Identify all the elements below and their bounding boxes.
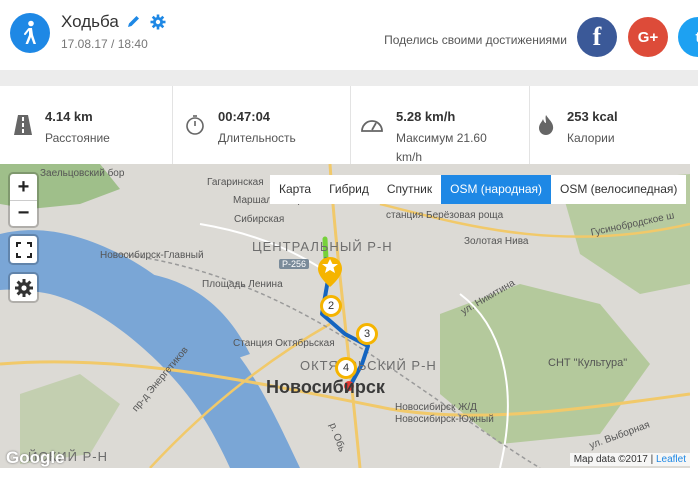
stat-calories-value: 253 kcal: [567, 109, 618, 124]
map-label-lenina: Площадь Ленина: [202, 279, 283, 290]
stat-speed-value: 5.28 km/h: [396, 109, 456, 124]
road-badge-r256: Р-256: [279, 259, 310, 269]
route-marker-3[interactable]: 3: [356, 323, 378, 345]
pencil-icon[interactable]: [126, 14, 141, 34]
gear-icon[interactable]: [150, 14, 166, 35]
facebook-share-button[interactable]: f: [577, 17, 617, 57]
leaflet-link[interactable]: Leaflet: [656, 454, 686, 465]
map-label-oktyabrskaya: Станция Октябрьская: [233, 338, 335, 349]
stat-distance-value: 4.14 km: [45, 109, 93, 124]
stat-speed-label: Максимум 21.60 km/h: [396, 131, 487, 164]
zoom-control: + −: [10, 174, 37, 226]
google-logo: Google: [6, 448, 65, 467]
stat-distance: 4.14 km Расстояние: [0, 86, 173, 164]
fullscreen-icon: [15, 241, 32, 258]
road-icon: [11, 113, 35, 137]
district-central: ЦЕНТРАЛЬНЫЙ Р-Н: [252, 239, 393, 254]
layer-tab-osm[interactable]: OSM (народная): [441, 175, 551, 204]
zoom-in-button[interactable]: +: [10, 174, 37, 200]
layer-tab-hybrid[interactable]: Гибрид: [320, 175, 378, 204]
flame-icon: [534, 113, 558, 137]
map-settings-button[interactable]: [10, 274, 37, 301]
share-text: Поделись своими достижениями: [384, 33, 567, 47]
map-layer-switcher: Карта Гибрид Спутник OSM (народная) OSM …: [270, 175, 687, 204]
route-marker-2[interactable]: 2: [320, 295, 342, 317]
layer-tab-osm-cycle[interactable]: OSM (велосипедная): [551, 175, 686, 204]
map-tiles: [0, 164, 690, 468]
stats-bar: 4.14 km Расстояние 00:47:04 Длительность…: [0, 86, 698, 164]
map-label-yuzhny: Новосибирск-Южный: [395, 414, 494, 425]
fullscreen-button[interactable]: [10, 236, 37, 263]
district-october: ОКТЯБРЬСКИЙ Р-Н: [300, 358, 437, 373]
layer-tab-satellite[interactable]: Спутник: [378, 175, 441, 204]
stat-duration-label: Длительность: [218, 131, 296, 145]
map-label-gagarinskaya: Гагаринская: [207, 177, 264, 188]
stat-duration-value: 00:47:04: [218, 109, 271, 124]
walking-person-icon: [10, 13, 50, 53]
page-bottom: [0, 468, 698, 479]
zoom-out-button[interactable]: −: [10, 200, 37, 226]
stat-calories: 253 kcal Калории: [530, 86, 698, 164]
map-label-novosibirsk-main: Новосибирск-Главный: [100, 250, 204, 261]
map-label-snt: СНТ "Культура": [548, 357, 628, 369]
activity-title: Ходьба: [61, 12, 119, 31]
map-label-zaeltsovsky: Заельцовский бор: [40, 168, 125, 179]
stat-calories-label: Калории: [567, 131, 615, 145]
stat-speed: 5.28 km/h Максимум 21.60 km/h: [351, 86, 530, 164]
map-attribution: Map data ©2017 | Leaflet: [569, 453, 690, 466]
route-map[interactable]: Заельцовский бор Гагаринская Маршала Пок…: [0, 164, 690, 468]
stat-duration: 00:47:04 Длительность: [173, 86, 351, 164]
map-data-text: Map data ©2017: [573, 454, 648, 465]
google-plus-share-button[interactable]: G+: [628, 17, 668, 57]
activity-date: 17.08.17 / 18:40: [61, 37, 148, 51]
route-marker-4[interactable]: 4: [335, 357, 357, 379]
activity-header: Ходьба 17.08.17 / 18:40 Поделись своими …: [0, 0, 698, 70]
city-label: Новосибирск: [266, 377, 385, 397]
gear-icon: [14, 278, 33, 297]
map-label-berezovaya: станция Берёзовая роща: [386, 210, 504, 221]
map-label-sibirskaya: Сибирская: [234, 214, 285, 225]
stat-distance-label: Расстояние: [45, 131, 110, 145]
layer-tab-map[interactable]: Карта: [270, 175, 320, 204]
speedometer-icon: [360, 113, 384, 137]
divider-band: [0, 70, 698, 86]
facebook-icon: f: [592, 22, 602, 51]
google-plus-icon: G+: [637, 28, 659, 46]
twitter-share-button[interactable]: t: [678, 17, 698, 57]
map-label-zhd: Новосибирск Ж/Д: [395, 402, 477, 413]
map-label-zolotaya: Золотая Нива: [464, 236, 529, 247]
activity-page: Ходьба 17.08.17 / 18:40 Поделись своими …: [0, 0, 698, 479]
stopwatch-icon: [183, 113, 207, 137]
